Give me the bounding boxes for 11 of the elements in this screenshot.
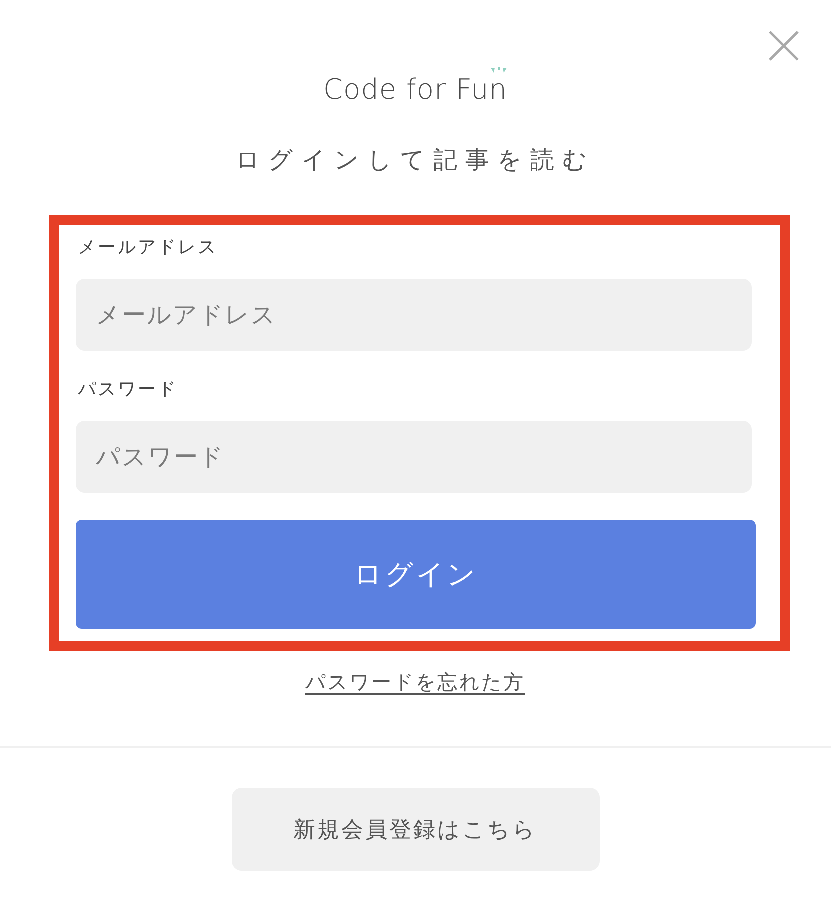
field-label: メールアドレス [78, 236, 218, 260]
input-field[interactable]: パスワード [76, 421, 752, 493]
forgot-password-link[interactable]: パスワードを忘れた方 [306, 668, 526, 696]
signup-button[interactable]: 新規会員登録はこちら [232, 788, 600, 871]
close-icon [768, 30, 800, 62]
logo-text: Code for Fun [323, 75, 508, 105]
input-field[interactable]: メールアドレス [76, 279, 752, 351]
sparkle-icon [490, 67, 507, 74]
login-button[interactable]: ログイン [76, 520, 756, 629]
field-label: パスワード [78, 378, 178, 402]
page-heading: ログインして記事を読む [236, 145, 596, 176]
